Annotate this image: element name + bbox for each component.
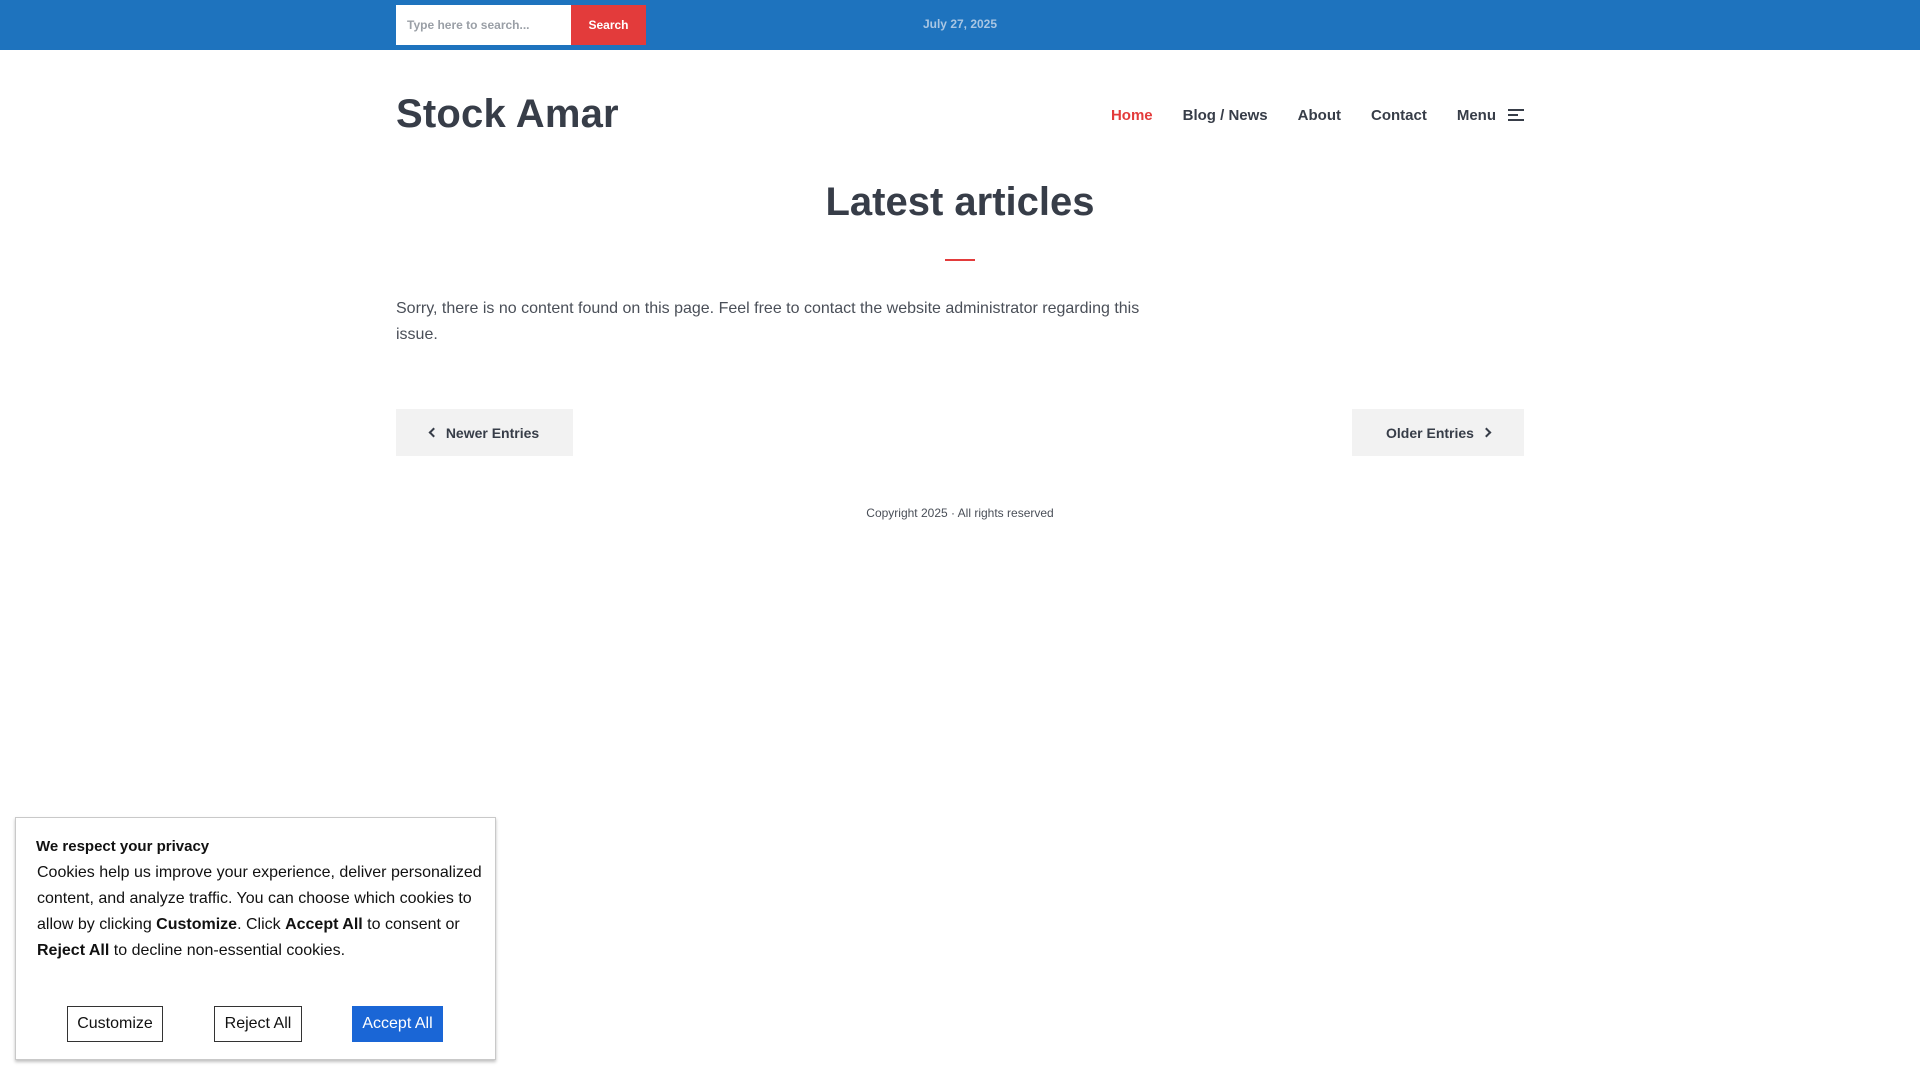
nav-blog-news[interactable]: Blog / News [1183, 107, 1268, 124]
cookie-text-part: to decline non-essential cookies. [109, 942, 346, 959]
cookie-text-bold: Customize [156, 916, 238, 933]
site-title[interactable]: Stock Amar [396, 92, 619, 137]
cookie-text-part: . Click [237, 916, 286, 933]
nav-home[interactable]: Home [1111, 107, 1153, 124]
search-button[interactable]: Search [571, 5, 646, 45]
nav-contact[interactable]: Contact [1371, 107, 1427, 124]
older-entries-label: Older Entries [1386, 424, 1474, 441]
cookie-text-bold: Reject All [37, 942, 110, 959]
main-nav: Home Blog / News About Contact Menu [1081, 106, 1524, 124]
no-content-message: Sorry, there is no content found on this… [396, 300, 1140, 343]
search-input[interactable] [396, 5, 571, 45]
page-heading: Latest articles [825, 180, 1095, 224]
cookie-text-part: to consent or [362, 916, 460, 933]
cookie-text: Cookies help us improve your experience,… [37, 860, 482, 964]
nav-about[interactable]: About [1298, 107, 1341, 124]
older-entries-button[interactable]: Older Entries [1352, 409, 1524, 456]
newer-entries-label: Newer Entries [445, 424, 540, 441]
menu-toggle[interactable]: Menu [1457, 107, 1524, 124]
top-bar: Search July 27, 2025 [0, 0, 1920, 50]
cookie-banner: We respect your privacy Cookies help us … [15, 817, 496, 1060]
cookie-customize-button[interactable]: Customize [67, 1006, 163, 1042]
menu-label: Menu [1456, 106, 1496, 124]
newer-entries-button[interactable]: Newer Entries [396, 409, 573, 456]
cookie-accept-button[interactable]: Accept All [352, 1006, 443, 1042]
cookie-title: We respect your privacy [36, 838, 210, 855]
copyright: Copyright 2025 · All rights reserved [866, 506, 1054, 520]
chevron-left-icon [428, 427, 439, 438]
heading-divider [945, 259, 975, 261]
chevron-right-icon [1481, 427, 1492, 438]
cookie-text-bold: Accept All [285, 916, 363, 933]
hamburger-menu-icon [1508, 108, 1524, 122]
cookie-reject-button[interactable]: Reject All [214, 1006, 302, 1042]
current-date: July 27, 2025 [922, 17, 998, 31]
